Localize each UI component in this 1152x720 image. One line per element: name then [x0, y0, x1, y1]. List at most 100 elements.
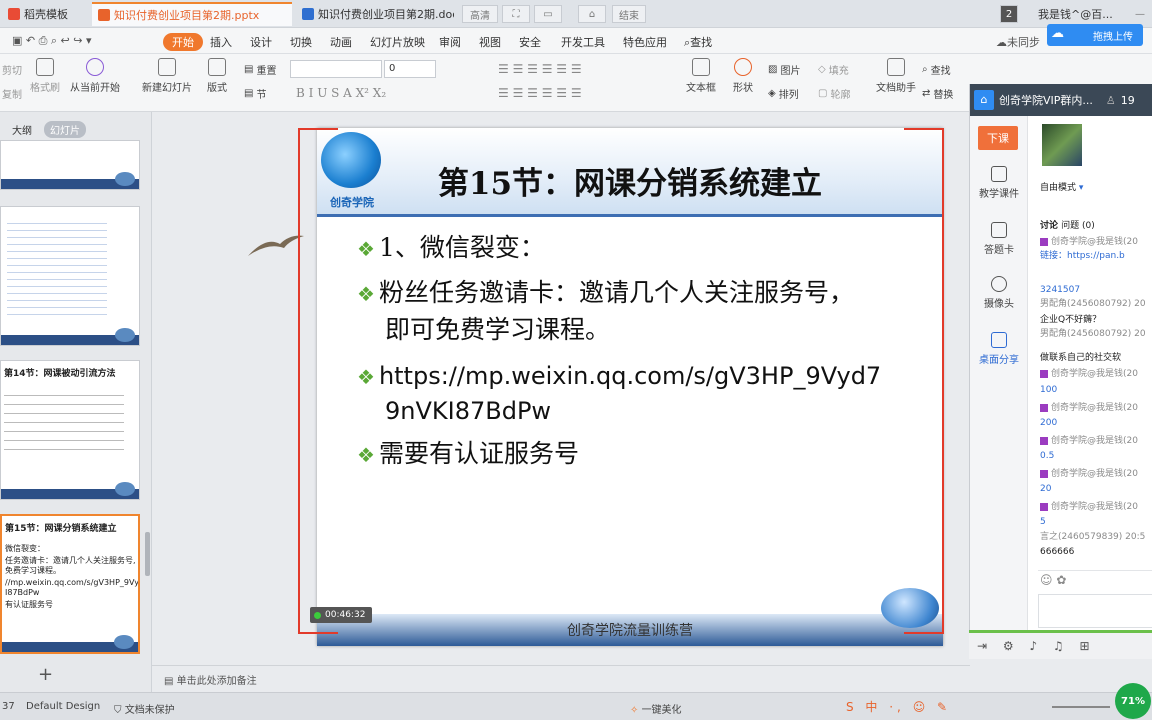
layout-button[interactable]: 版式 — [207, 58, 227, 94]
add-slide-button[interactable]: + — [38, 664, 53, 685]
beautify-icon: ✧ — [630, 705, 642, 716]
slide-thumbnail[interactable] — [0, 206, 140, 346]
tab-pptx[interactable]: 知识付费创业项目第2期.pptx — [92, 2, 292, 26]
ime-toolbar[interactable]: S 中 ·, ☺ ✎ — [846, 698, 951, 715]
format-brush-button[interactable]: 格式刷 — [30, 58, 60, 94]
textbox-button[interactable]: 文本框 — [686, 58, 716, 94]
end-button[interactable]: 结束 — [612, 5, 646, 23]
tab-slides[interactable]: 幻灯片 — [44, 121, 86, 138]
menu-animation[interactable]: 动画 — [330, 34, 352, 50]
screenshot-icon[interactable]: ⛶ — [502, 5, 530, 23]
section-label: 节 — [256, 90, 267, 101]
arrange-button[interactable]: ◈ 排列 — [768, 86, 799, 101]
tab-outline[interactable]: 大纲 — [6, 121, 38, 138]
bullet-2-continued[interactable]: 即可免费学习课程。 — [357, 312, 937, 348]
menu-features[interactable]: 特色应用 — [623, 34, 667, 50]
thumbnail-title: 第14节：网课被动引流方法 — [4, 369, 116, 379]
menu-review[interactable]: 审阅 — [439, 34, 461, 50]
cut-button[interactable]: 剪切 — [2, 62, 22, 77]
chat-message: 100 — [1040, 385, 1058, 395]
quick-access-icons[interactable]: ▣ ↶ ⎙ ⌕ ↩ ↪ ▾ — [12, 34, 92, 48]
page-indicator: 37 — [2, 701, 15, 712]
emoji-icon[interactable]: ☺ ✿ — [1040, 574, 1066, 586]
chat-divider — [1038, 570, 1152, 571]
new-slide-icon — [158, 58, 176, 76]
outline-button[interactable]: ▢ 轮廓 — [818, 86, 850, 101]
menu-start[interactable]: 开始 — [163, 33, 203, 51]
new-slide-button[interactable]: 新建幻灯片 — [142, 58, 192, 94]
chat-message: 0.5 — [1040, 451, 1055, 461]
home-icon[interactable]: ⌂ — [578, 5, 606, 23]
play-from-current-label: 从当前开始 — [70, 83, 120, 94]
tab-daoke-templates[interactable]: 稻壳模板 — [2, 2, 88, 26]
menu-insert[interactable]: 插入 — [210, 34, 232, 50]
chat-sender: 男配角(2456080792) 20 — [1040, 299, 1146, 309]
menu-dev-tools[interactable]: 开发工具 — [561, 34, 605, 50]
find-button[interactable]: ⌕ 查找 — [922, 62, 951, 77]
design-name[interactable]: Default Design — [26, 701, 100, 712]
protection-status[interactable]: ⛉ 文档未保护 — [114, 701, 175, 716]
bullet-1[interactable]: ❖ 1、微信裂变： — [357, 230, 937, 267]
sender-name: 创奇学院@我是钱(20 — [1051, 469, 1138, 479]
pptx-file-icon — [98, 9, 110, 21]
slide-thumbnail[interactable] — [0, 140, 140, 190]
play-from-current-button[interactable]: 从当前开始 — [70, 58, 120, 94]
menu-view[interactable]: 视图 — [479, 34, 501, 50]
beautify-button[interactable]: ✧ 一键美化 — [630, 701, 682, 716]
bullet-3-continued[interactable]: 9nVKI87BdPw — [357, 393, 937, 429]
align-buttons[interactable]: ☰ ☰ ☰ ☰ ☰ ☰ — [498, 86, 582, 100]
font-style-buttons[interactable]: B I U S A X² X₂ — [296, 86, 386, 100]
classroom-control-icons[interactable]: ⇥ ⚙ ♪ ♫ ⊞ — [977, 639, 1096, 653]
camera-button[interactable]: 摄像头 — [970, 276, 1028, 310]
chat-input[interactable] — [1038, 594, 1152, 628]
chat-sender: 创奇学院@我是钱(20 — [1040, 468, 1138, 480]
tab-doc[interactable]: 知识付费创业项目第2期.doc — [296, 2, 454, 26]
font-name-field[interactable] — [290, 60, 382, 78]
slide-thumbnail-current[interactable]: 第15节：网课分销系统建立 微信裂变： 任务邀请卡：邀请几个人关注服务号, 免费… — [0, 514, 140, 654]
slide-title[interactable]: 第15节：网课分销系统建立 — [317, 158, 943, 203]
gift-icon — [1040, 436, 1048, 445]
picture-button[interactable]: ▨ 图片 — [768, 62, 800, 77]
zoom-level[interactable]: 71% — [1115, 683, 1151, 719]
paragraph-buttons[interactable]: ☰ ☰ ☰ ☰ ☰ ☰ — [498, 62, 582, 76]
bullet-3[interactable]: ❖ https://mp.weixin.qq.com/s/gV3HP_9Vyd7 — [357, 358, 937, 395]
user-account[interactable]: 我是钱^@百... — [1032, 2, 1124, 26]
slide-canvas[interactable]: 创奇学院 第15节：网课分销系统建立 ❖ 1、微信裂变： ❖ 粉丝任务邀请卡：邀请几… — [317, 128, 943, 646]
end-class-button[interactable]: 下课 — [978, 126, 1018, 150]
menu-security[interactable]: 安全 — [519, 34, 541, 50]
desktop-share-button[interactable]: 桌面分享 — [970, 332, 1028, 366]
chat-sender: 男配角(2456080792) 20 — [1040, 329, 1146, 339]
doc-helper-button[interactable]: 文档助手 — [876, 58, 916, 94]
section-button[interactable]: ▤ 节 — [244, 86, 266, 101]
menu-find[interactable]: ⌕查找 — [684, 34, 712, 50]
answer-card-button[interactable]: 答题卡 — [970, 222, 1028, 256]
zoom-slider[interactable] — [1052, 706, 1110, 708]
slide-thumbnail[interactable]: 第14节：网课被动引流方法 — [0, 360, 140, 500]
chat-sender: 创奇学院@我是钱(20 — [1040, 501, 1138, 513]
hd-button[interactable]: 高清 — [462, 5, 498, 23]
mode-selector[interactable]: 自由模式 ▾ — [1040, 182, 1083, 194]
window-icon[interactable]: ▭ — [534, 5, 562, 23]
shape-button[interactable]: 形状 — [733, 58, 753, 94]
notes-area[interactable]: ▤ 单击此处添加备注 — [152, 665, 970, 691]
minimize-icon[interactable]: — — [1130, 5, 1150, 23]
classroom-title: 创奇学院VIP群内... — [999, 94, 1093, 107]
thumbnail-scrollbar[interactable] — [145, 532, 150, 576]
bullet-4[interactable]: ❖ 需要有认证服务号 — [357, 436, 937, 473]
classroom-home-icon[interactable]: ⌂ — [974, 90, 994, 110]
font-size-field[interactable]: 0 — [384, 60, 436, 78]
thumbnail-line: 有认证服务号 — [5, 600, 53, 609]
fill-button[interactable]: ◇ 填充 — [818, 62, 849, 77]
courseware-button[interactable]: 教学课件 — [970, 166, 1028, 200]
copy-button[interactable]: 复制 — [2, 86, 22, 101]
menu-transition[interactable]: 切换 — [290, 34, 312, 50]
chat-sender: 创奇学院@我是钱(20 — [1040, 368, 1138, 380]
upload-button[interactable]: ☁ 拖拽上传 — [1047, 24, 1143, 46]
reset-button[interactable]: ▤ 重置 — [244, 62, 276, 77]
menu-design[interactable]: 设计 — [250, 34, 272, 50]
sync-status[interactable]: ☁未同步 — [996, 34, 1040, 50]
menu-slideshow[interactable]: 幻灯片放映 — [370, 34, 425, 50]
replace-button[interactable]: ⇄ 替换 — [922, 86, 953, 101]
bullet-2[interactable]: ❖ 粉丝任务邀请卡：邀请几个人关注服务号， — [357, 275, 937, 312]
tab-discussion[interactable]: 讨论 问题 (0) — [1040, 220, 1095, 232]
